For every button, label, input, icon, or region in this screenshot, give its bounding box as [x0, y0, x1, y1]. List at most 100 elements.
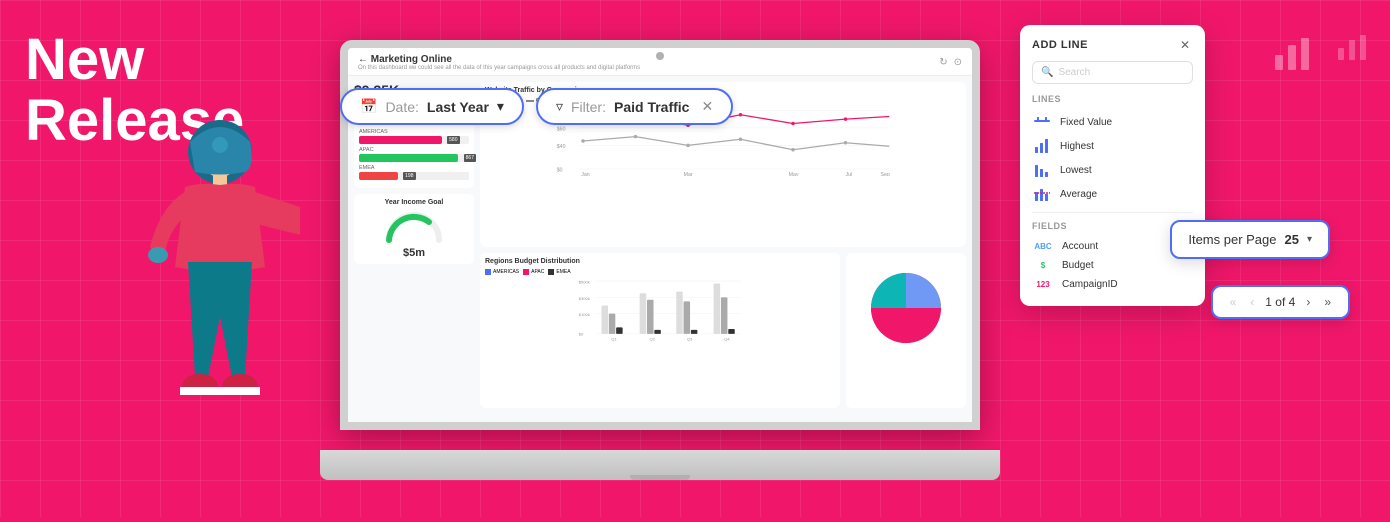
americas-bar: 580	[359, 136, 469, 144]
svg-text:$0: $0	[579, 332, 584, 337]
filter-value: Paid Traffic	[614, 99, 689, 115]
emea-label: EMEA	[359, 165, 469, 171]
dash-icons: ↻ ⊙	[939, 57, 962, 68]
lowest-icon	[1032, 162, 1052, 178]
emea-bar: 198	[359, 172, 469, 180]
pie-chart-area	[846, 253, 966, 408]
average-icon	[1032, 186, 1052, 202]
account-type-label: ABC	[1032, 242, 1054, 251]
date-value: Last Year	[427, 99, 489, 115]
line-item-average[interactable]: Average	[1032, 182, 1193, 206]
laptop-base	[320, 450, 1000, 480]
bottom-charts: Regions Budget Distribution AMERICAS APA…	[480, 253, 966, 408]
svg-text:$60: $60	[557, 127, 566, 133]
campaign-label: CampaignID	[1062, 279, 1118, 290]
bar-chart-legend: AMERICAS APAC EMEA	[485, 269, 835, 275]
dash-right-column: Website Traffic by Conversion Paid Traff…	[480, 82, 966, 408]
apac-row: APAC 867	[359, 147, 469, 162]
legend-apac: APAC	[523, 269, 544, 275]
filter-label: Filter:	[571, 99, 606, 115]
filter-close-icon[interactable]: ✕	[701, 98, 713, 115]
svg-text:$40: $40	[557, 144, 566, 150]
pie-chart-svg	[851, 258, 961, 348]
campaign-type-label: 123	[1032, 280, 1054, 289]
panel-close-button[interactable]: ✕	[1177, 37, 1193, 53]
goal-value: $5m	[359, 247, 469, 259]
svg-text:Q3: Q3	[687, 336, 693, 341]
last-page-button[interactable]: »	[1321, 295, 1334, 309]
calendar-icon: 📅	[360, 98, 377, 115]
search-box[interactable]: 🔍 Search	[1032, 61, 1193, 84]
panel-header: ADD LINE ✕	[1032, 37, 1193, 53]
svg-text:Sep: Sep	[881, 172, 890, 176]
date-label: Date:	[385, 99, 418, 115]
svg-text:May: May	[789, 172, 799, 176]
dash-left-column: $9.35K +6.98% Income by Territory AMERIC…	[354, 82, 474, 408]
page-info: 1 of 4	[1265, 295, 1295, 309]
americas-label: AMERICAS	[359, 129, 469, 135]
budget-type-label: $	[1032, 261, 1054, 270]
lines-section-label: LINES	[1032, 94, 1193, 104]
emea-row: EMEA 198	[359, 165, 469, 180]
items-per-page-panel[interactable]: Items per Page 25 ▾	[1170, 220, 1330, 259]
gauge	[384, 210, 444, 245]
svg-text:$500k: $500k	[579, 280, 591, 285]
budget-label: Budget	[1062, 260, 1094, 271]
prev-page-button[interactable]: ‹	[1247, 295, 1257, 309]
add-line-panel: ADD LINE ✕ 🔍 Search LINES Fixed Value Hi…	[1020, 25, 1205, 306]
svg-text:Q1: Q1	[611, 336, 617, 341]
apac-bar: 867	[359, 154, 469, 162]
line-item-lowest[interactable]: Lowest	[1032, 158, 1193, 182]
deco-bar-chart-icon-1	[1270, 30, 1315, 80]
field-item-campaign-id[interactable]: 123 CampaignID	[1032, 275, 1193, 294]
svg-text:Q4: Q4	[724, 336, 730, 341]
field-item-account[interactable]: ABC Account	[1032, 237, 1193, 256]
fields-section-label: FIELDS	[1032, 221, 1193, 231]
average-label: Average	[1060, 189, 1097, 200]
panel-title: ADD LINE	[1032, 39, 1088, 51]
dash-subtitle: On this dashboard we could see all the d…	[358, 65, 640, 71]
line-item-highest[interactable]: Highest	[1032, 134, 1193, 158]
filter-icon: ▿	[556, 98, 563, 115]
hero-line1: New	[25, 30, 244, 91]
dash-title: ← Marketing Online	[358, 54, 640, 65]
bar-chart-area: Regions Budget Distribution AMERICAS APA…	[480, 253, 840, 408]
camera-icon[interactable]: ⊙	[954, 57, 962, 68]
bar-chart-svg: $500k $300k $100k $0	[485, 277, 835, 342]
svg-text:Jul: Jul	[846, 172, 853, 176]
apac-label: APAC	[359, 147, 469, 153]
svg-text:Mar: Mar	[684, 172, 693, 176]
next-page-button[interactable]: ›	[1303, 295, 1313, 309]
search-placeholder: Search	[1058, 67, 1090, 78]
svg-text:$0: $0	[557, 168, 563, 174]
americas-row: AMERICAS 580	[359, 129, 469, 144]
refresh-icon[interactable]: ↻	[939, 57, 947, 68]
bar-chart-title: Regions Budget Distribution	[485, 258, 835, 265]
human-figure	[100, 87, 300, 517]
svg-text:$300k: $300k	[579, 296, 591, 301]
highest-label: Highest	[1060, 141, 1094, 152]
items-per-page-label: Items per Page	[1188, 232, 1276, 247]
traffic-filter-pill[interactable]: ▿ Filter: Paid Traffic ✕	[536, 88, 733, 125]
line-item-fixed-value[interactable]: Fixed Value	[1032, 110, 1193, 134]
divider	[1032, 212, 1193, 213]
decorative-icons	[1270, 30, 1370, 80]
pagination-panel: « ‹ 1 of 4 › »	[1211, 285, 1350, 319]
svg-text:Jan: Jan	[581, 172, 590, 176]
account-label: Account	[1062, 241, 1098, 252]
lowest-label: Lowest	[1060, 165, 1092, 176]
date-filter-pill[interactable]: 📅 Date: Last Year ▾	[340, 88, 524, 125]
fixed-value-label: Fixed Value	[1060, 117, 1112, 128]
first-page-button[interactable]: «	[1227, 295, 1240, 309]
dash-body: $9.35K +6.98% Income by Territory AMERIC…	[348, 76, 972, 414]
highest-icon	[1032, 138, 1052, 154]
legend-emea: EMEA	[548, 269, 570, 275]
items-per-page-value: 25	[1285, 232, 1299, 247]
svg-text:$100k: $100k	[579, 312, 591, 317]
deco-bar-chart-icon-2	[1335, 30, 1370, 80]
income-goal-section: Year Income Goal $5m	[354, 194, 474, 264]
field-item-budget[interactable]: $ Budget	[1032, 256, 1193, 275]
svg-text:Q2: Q2	[649, 336, 655, 341]
chevron-down-icon: ▾	[497, 98, 504, 115]
fixed-value-icon	[1032, 114, 1052, 130]
